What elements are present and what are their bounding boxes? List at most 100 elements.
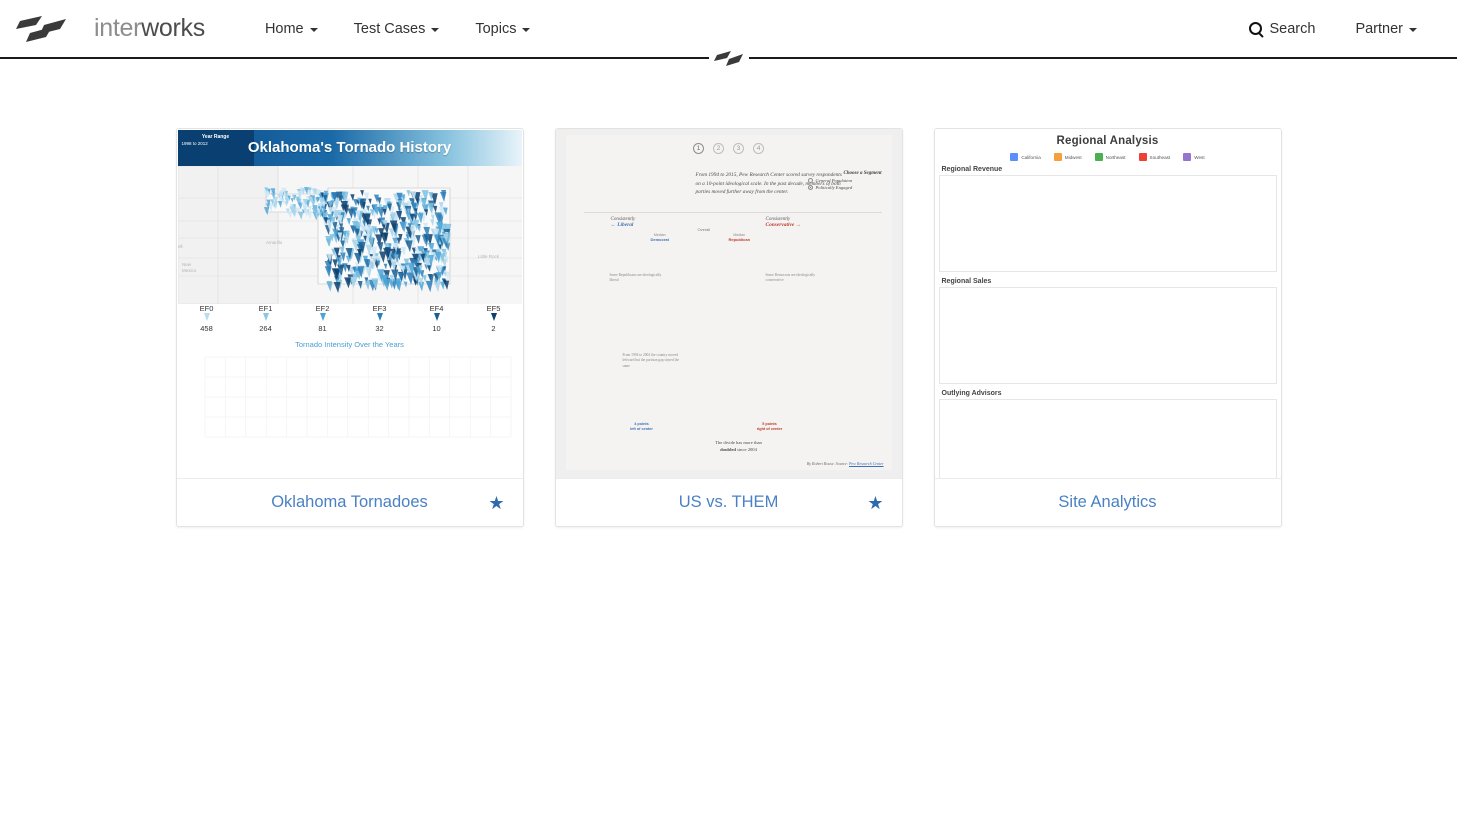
points-right-value: 5 points: [762, 421, 777, 426]
story-page-3[interactable]: 3: [733, 143, 744, 154]
oklahoma-tornado-map[interactable]: Amarillo Little Rock New Mexico ell: [177, 166, 522, 304]
tornado-chart-subtitle: Tornado Intensity Over the Years: [295, 340, 404, 349]
legend-label: Midwest: [1064, 154, 1082, 160]
axis-x-regional-sales: [939, 384, 1277, 385]
ef-scale-label: EF2: [315, 304, 330, 313]
chevron-down-icon: [309, 27, 318, 32]
segment-option-label: General Population: [815, 178, 853, 183]
panel-title-outlying-advisors: Outlying Advisors: [941, 390, 1002, 397]
legend-swatch-icon: [1138, 153, 1147, 161]
ef-scale-item-1[interactable]: EF1 264: [246, 304, 286, 333]
nav-item-home-label: Home: [264, 20, 304, 37]
points-left-sub: left of center: [630, 426, 653, 431]
ef-scale-label: EF5: [486, 304, 501, 313]
legend-item-southeast[interactable]: Southeast: [1138, 153, 1170, 161]
legend-item-northeast[interactable]: Northeast: [1094, 153, 1126, 161]
points-right-sub: right of center: [756, 426, 783, 431]
legend-label: Northeast: [1105, 154, 1126, 160]
legend-item-west[interactable]: West: [1183, 153, 1205, 161]
segment-selector-title: Choose a Segment: [843, 171, 882, 176]
axis-x-regional-revenue: [939, 272, 1277, 273]
card-footer-site-analytics: Site Analytics: [934, 478, 1281, 526]
ef-scale-item-2[interactable]: EF2 81: [303, 304, 343, 333]
favorite-star-icon[interactable]: ★: [867, 494, 883, 512]
credit-link[interactable]: Pew Research Center: [849, 461, 884, 466]
header-divider: [0, 51, 1457, 77]
dashboard-card-grid: Year Range 1998 to 2012 Oklahoma's Torna…: [0, 77, 1457, 527]
legend-swatch-icon: [1010, 153, 1019, 161]
tornado-dashboard-viz: Year Range 1998 to 2012 Oklahoma's Torna…: [176, 130, 523, 478]
segment-option-politically-engaged[interactable]: Politically Engaged: [807, 185, 882, 190]
annotation-liberal-republicans: Some Republicans are ideologically liber…: [609, 273, 662, 283]
overall-label-text: Overall: [697, 227, 711, 232]
legend-label: California: [1021, 154, 1041, 160]
legend-item-california[interactable]: California: [1010, 153, 1041, 161]
segment-selector: Choose a Segment General Population Poli…: [807, 171, 882, 190]
brand-text-light: inter: [94, 14, 142, 42]
tornado-header-band: Year Range 1998 to 2012 Oklahoma's Torna…: [177, 130, 522, 166]
nav-item-test-cases[interactable]: Test Cases: [336, 15, 458, 43]
nav-item-topics[interactable]: Topics: [457, 15, 548, 43]
card-title-site-analytics[interactable]: Site Analytics: [1058, 493, 1156, 512]
favorite-star-icon[interactable]: ★: [488, 494, 504, 512]
thumbnail-site-analytics[interactable]: Regional Analysis California Midwest Nor…: [934, 129, 1281, 478]
dashboard-card-oklahoma-tornadoes[interactable]: Year Range 1998 to 2012 Oklahoma's Torna…: [175, 128, 524, 527]
nav-item-topics-label: Topics: [475, 20, 517, 37]
ef-scale-item-4[interactable]: EF4 10: [417, 304, 457, 333]
ef-scale-count: 10: [432, 324, 441, 333]
polarization-viz: 1 2 3 4 From 1994 to 2015, Pew Research …: [555, 129, 902, 478]
ef-scale-label: EF0: [199, 304, 214, 313]
ef-scale-item-5[interactable]: EF5 2: [474, 304, 514, 333]
nav-right-group: Search Partner: [1235, 15, 1435, 43]
nav-item-home[interactable]: Home: [247, 15, 336, 43]
story-page-2[interactable]: 2: [713, 143, 724, 154]
points-left-of-center: 4 points left of center: [616, 422, 668, 432]
tornado-icon: [319, 313, 326, 321]
brand-text-dark: works: [141, 14, 205, 42]
regional-legend: California Midwest Northeast Southeast W…: [939, 153, 1277, 161]
panel-outlying-advisors: Outlying Advisors: [938, 390, 1277, 478]
legend-swatch-icon: [1183, 153, 1192, 161]
panel-title-regional-sales: Regional Sales: [941, 278, 992, 285]
ef-scale-count: 32: [375, 324, 384, 333]
points-left-value: 4 points: [634, 421, 649, 426]
panel-title-regional-revenue: Regional Revenue: [941, 166, 1003, 173]
ef-scale-count: 264: [259, 324, 272, 333]
nav-item-partner[interactable]: Partner: [1337, 15, 1435, 43]
chart-regional-sales[interactable]: [938, 287, 1277, 384]
tornado-line-chart[interactable]: [183, 351, 517, 459]
tornado-title: Oklahoma's Tornado History: [247, 139, 452, 156]
ef-scale-item-0[interactable]: EF0 458: [187, 304, 227, 333]
scale-label-conservative: Consistently Conservative →: [766, 217, 801, 228]
points-right-of-center: 5 points right of center: [744, 422, 796, 432]
median-democrat-main: Democrat: [650, 237, 669, 242]
dashboard-card-site-analytics[interactable]: Regional Analysis California Midwest Nor…: [933, 128, 1282, 527]
segment-option-label: Politically Engaged: [815, 185, 853, 190]
regional-analysis-title: Regional Analysis: [1056, 135, 1159, 147]
card-title-oklahoma-tornadoes[interactable]: Oklahoma Tornadoes: [271, 493, 428, 512]
overall-label: Overall: [698, 227, 711, 232]
story-page-4[interactable]: 4: [753, 143, 764, 154]
dashboard-card-us-vs-them[interactable]: 1 2 3 4 From 1994 to 2015, Pew Research …: [554, 128, 903, 527]
median-republican-main: Republican: [728, 237, 751, 242]
legend-item-midwest[interactable]: Midwest: [1053, 153, 1082, 161]
story-page-1[interactable]: 1: [693, 143, 704, 154]
ef-scale-label: EF4: [429, 304, 444, 313]
card-title-us-vs-them[interactable]: US vs. THEM: [679, 493, 779, 512]
interworks-logo-icon: [16, 15, 84, 42]
thumbnail-oklahoma-tornadoes[interactable]: Year Range 1998 to 2012 Oklahoma's Torna…: [176, 129, 523, 478]
section-divider: [583, 212, 882, 213]
credit-line: By Robert Rouse. Source: Pew Research Ce…: [807, 461, 884, 466]
thumbnail-us-vs-them[interactable]: 1 2 3 4 From 1994 to 2015, Pew Research …: [555, 129, 902, 478]
search-button[interactable]: Search: [1235, 15, 1329, 43]
chevron-down-icon: [1409, 27, 1417, 32]
chart-outlying-advisors[interactable]: [938, 399, 1277, 478]
segment-option-general-population[interactable]: General Population: [807, 178, 882, 183]
scale-label-liberal: Consistently ← Liberal: [611, 217, 636, 228]
primary-nav: Home Test Cases Topics: [247, 15, 549, 43]
annotation-conservative-democrats: Some Democrats are ideologically conserv…: [765, 273, 816, 283]
divide-note-line1: The divide has more than: [715, 440, 762, 446]
ef-scale-item-3[interactable]: EF3 32: [360, 304, 400, 333]
chart-regional-revenue[interactable]: [938, 175, 1277, 272]
brand-logo-link[interactable]: interworks: [16, 14, 205, 43]
